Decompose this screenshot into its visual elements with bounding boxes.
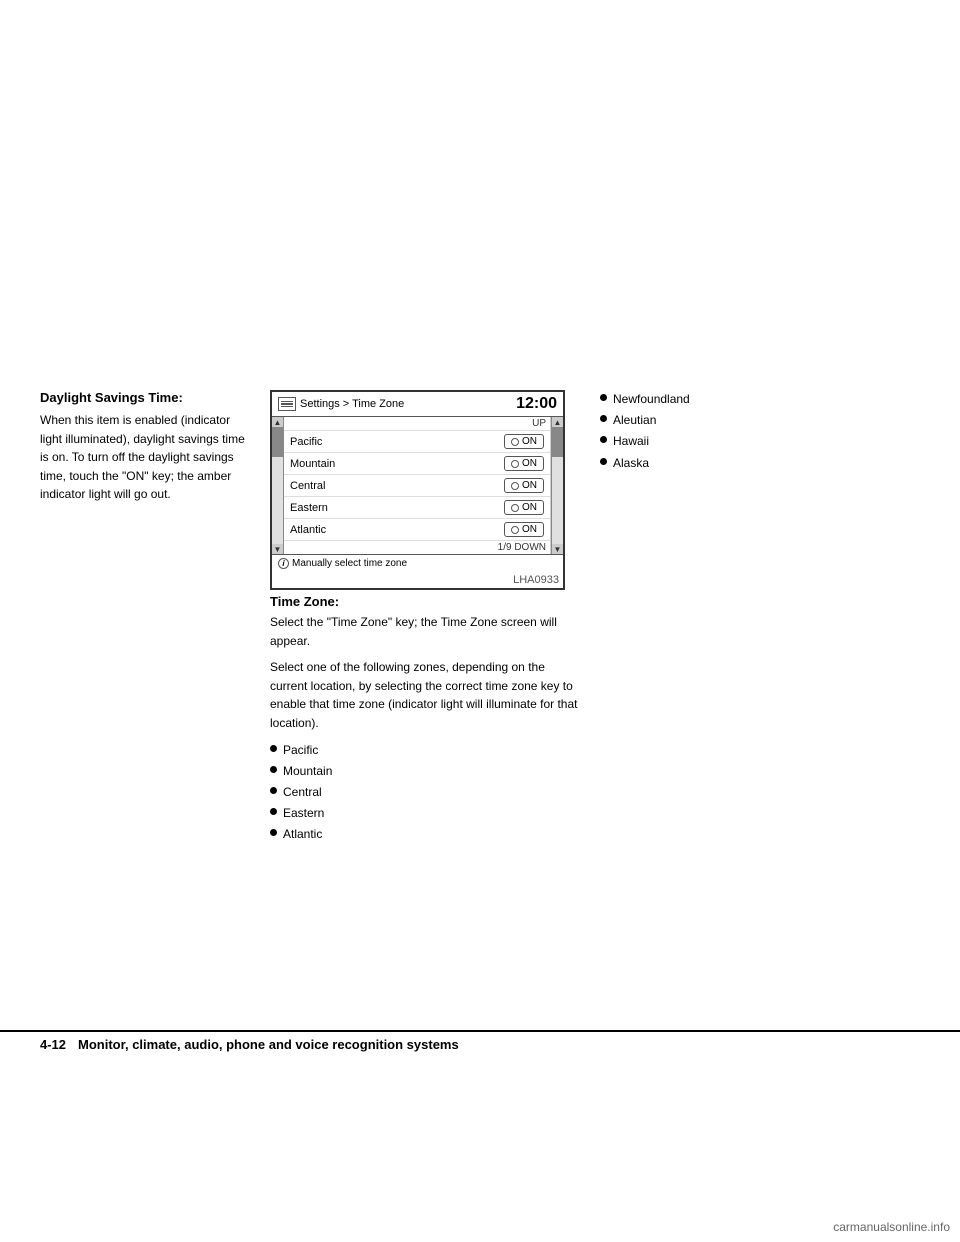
page-content: Daylight Savings Time: When this item is… <box>0 390 960 847</box>
scroll-thumb <box>272 427 283 457</box>
daylight-savings-body: When this item is enabled (indicator lig… <box>40 411 250 504</box>
bullet-dot <box>600 458 607 465</box>
list-item-pacific: Pacific <box>270 741 580 760</box>
list-row[interactable]: Mountain ON <box>284 453 550 475</box>
bullet-dot <box>600 394 607 401</box>
on-button-eastern[interactable]: ON <box>504 500 544 515</box>
on-button-pacific[interactable]: ON <box>504 434 544 449</box>
bullet-dot <box>270 829 277 836</box>
center-bullets: Pacific Mountain Central Eastern <box>270 741 580 845</box>
footer-bar: 4-12 Monitor, climate, audio, phone and … <box>0 1030 960 1057</box>
row-label-mountain: Mountain <box>290 458 335 470</box>
on-indicator-pacific <box>511 438 519 446</box>
scroll-right-track <box>552 427 563 544</box>
center-column: Settings > Time Zone 12:00 ▲ ▼ <box>270 390 580 847</box>
list-item-atlantic: Atlantic <box>270 825 580 844</box>
footer-title: Monitor, climate, audio, phone and voice… <box>78 1037 459 1052</box>
on-indicator-eastern <box>511 504 519 512</box>
left-column: Daylight Savings Time: When this item is… <box>40 390 250 504</box>
row-label-pacific: Pacific <box>290 436 322 448</box>
bullet-label-alaska: Alaska <box>613 454 649 473</box>
main-columns: Daylight Savings Time: When this item is… <box>40 390 920 847</box>
on-button-central[interactable]: ON <box>504 478 544 493</box>
lha-code: LHA0933 <box>272 572 563 588</box>
list-item-eastern: Eastern <box>270 804 580 823</box>
on-label-eastern: ON <box>522 502 537 513</box>
list-item-newfoundland: Newfoundland <box>600 390 920 409</box>
bullet-label-central: Central <box>283 783 322 802</box>
on-indicator-mountain <box>511 460 519 468</box>
list-item-aleutian: Aleutian <box>600 411 920 430</box>
on-button-atlantic[interactable]: ON <box>504 522 544 537</box>
scroll-right-thumb <box>552 427 563 457</box>
bullet-dot <box>270 745 277 752</box>
on-indicator-atlantic <box>511 526 519 534</box>
on-button-mountain[interactable]: ON <box>504 456 544 471</box>
screen-footer: i Manually select time zone <box>272 554 563 572</box>
bullet-dot <box>600 415 607 422</box>
time-zone-para1: Select the "Time Zone" key; the Time Zon… <box>270 613 580 650</box>
list-row[interactable]: Atlantic ON <box>284 519 550 541</box>
scroll-right-down-arrow[interactable]: ▼ <box>553 544 563 554</box>
scroll-up-arrow[interactable]: ▲ <box>273 417 283 427</box>
bullet-label-aleutian: Aleutian <box>613 411 656 430</box>
time-zone-para2: Select one of the following zones, depen… <box>270 658 580 732</box>
on-label-mountain: ON <box>522 458 537 469</box>
down-label: 1/9 DOWN <box>284 541 550 554</box>
scroll-down-arrow[interactable]: ▼ <box>273 544 283 554</box>
scroll-bar-right[interactable]: ▲ ▼ <box>551 417 563 554</box>
scroll-track <box>272 427 283 544</box>
bullet-label-pacific: Pacific <box>283 741 318 760</box>
screen-time: 12:00 <box>516 395 557 413</box>
up-label: UP <box>284 417 550 431</box>
row-label-central: Central <box>290 480 325 492</box>
screen-header: Settings > Time Zone 12:00 <box>272 392 563 417</box>
screen-body: ▲ ▼ UP Pacific ON <box>272 417 563 554</box>
screen-mockup: Settings > Time Zone 12:00 ▲ ▼ <box>270 390 565 590</box>
list-row[interactable]: Central ON <box>284 475 550 497</box>
list-item-alaska: Alaska <box>600 454 920 473</box>
bullet-label-eastern: Eastern <box>283 804 324 823</box>
menu-icon <box>278 397 296 411</box>
row-label-atlantic: Atlantic <box>290 524 326 536</box>
list-item-mountain: Mountain <box>270 762 580 781</box>
bullet-label-atlantic: Atlantic <box>283 825 322 844</box>
bullet-label-mountain: Mountain <box>283 762 332 781</box>
footer-text: Manually select time zone <box>292 558 407 569</box>
row-label-eastern: Eastern <box>290 502 328 514</box>
list-item-central: Central <box>270 783 580 802</box>
time-zone-caption: Time Zone: <box>270 594 580 609</box>
watermark: carmanualsonline.info <box>833 1220 950 1234</box>
list-item-hawaii: Hawaii <box>600 432 920 451</box>
bullet-dot <box>270 808 277 815</box>
info-icon: i <box>278 558 289 569</box>
screen-list: UP Pacific ON Mountain <box>284 417 551 554</box>
screen-title: Settings > Time Zone <box>300 398 404 410</box>
bullet-dot <box>270 766 277 773</box>
screen-header-left: Settings > Time Zone <box>278 397 404 411</box>
footer-page: 4-12 <box>40 1037 66 1052</box>
on-label-atlantic: ON <box>522 524 537 535</box>
right-bullet-list: Newfoundland Aleutian Hawaii Alaska <box>600 390 920 473</box>
on-label-central: ON <box>522 480 537 491</box>
center-bullet-list: Pacific Mountain Central Eastern <box>270 741 580 845</box>
on-label-pacific: ON <box>522 436 537 447</box>
right-column: Newfoundland Aleutian Hawaii Alaska <box>600 390 920 475</box>
bullet-label-hawaii: Hawaii <box>613 432 649 451</box>
scroll-bar-left[interactable]: ▲ ▼ <box>272 417 284 554</box>
bullet-dot <box>600 436 607 443</box>
list-row[interactable]: Pacific ON <box>284 431 550 453</box>
on-indicator-central <box>511 482 519 490</box>
bullet-label-newfoundland: Newfoundland <box>613 390 690 409</box>
daylight-savings-title: Daylight Savings Time: <box>40 390 250 405</box>
scroll-right-up-arrow[interactable]: ▲ <box>553 417 563 427</box>
list-row[interactable]: Eastern ON <box>284 497 550 519</box>
bullet-dot <box>270 787 277 794</box>
